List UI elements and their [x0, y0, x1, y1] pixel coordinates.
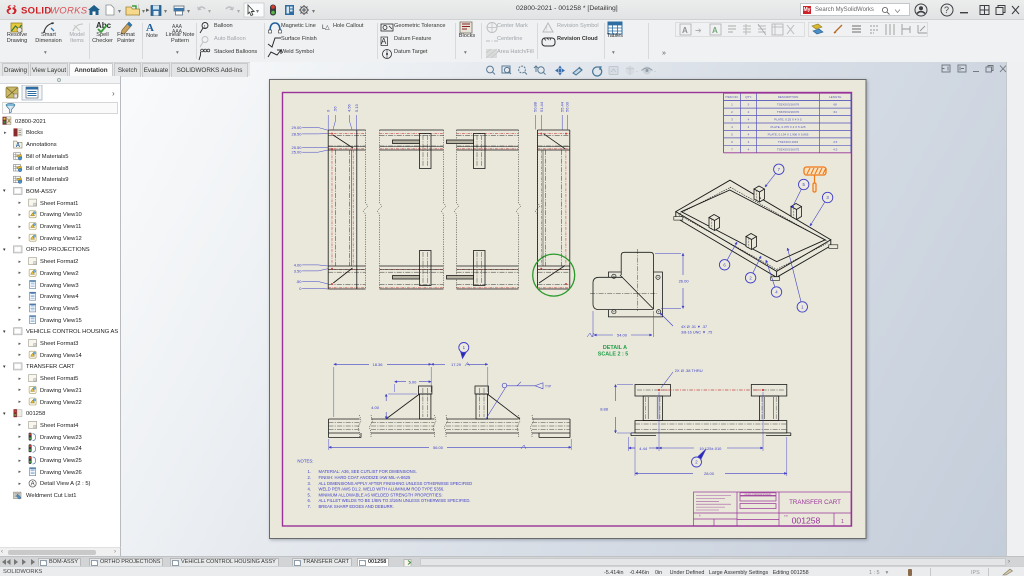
- svg-text:▾: ▾: [237, 9, 240, 15]
- svg-text:SOLID: SOLID: [21, 6, 52, 17]
- svg-text:WELD PER AWS D1.2. WELD WITH: WELD PER AWS D1.2. WELD WITH ALUMINUM RO…: [319, 487, 445, 492]
- svg-text:64: 64: [834, 110, 838, 114]
- svg-text:DESCRIPTION: DESCRIPTION: [778, 95, 799, 99]
- svg-text:▾: ▾: [118, 9, 121, 15]
- svg-text:6.: 6.: [308, 498, 312, 503]
- svg-text:TRANSFER CART: TRANSFER CART: [789, 499, 841, 506]
- svg-text:BREAK SHARP EDGES AND DEBURR.: BREAK SHARP EDGES AND DEBURR.: [319, 504, 394, 509]
- svg-text:4.44: 4.44: [639, 446, 648, 451]
- svg-text:1: 1: [204, 23, 207, 28]
- svg-text:3.: 3.: [308, 481, 312, 486]
- svg-text:PLATE, 0.375 X 4 X 5.125: PLATE, 0.375 X 4 X 5.125: [771, 125, 806, 129]
- svg-text:54.00: 54.00: [617, 333, 628, 338]
- svg-text:8.88: 8.88: [600, 407, 609, 412]
- svg-text:50.88: 50.88: [533, 101, 538, 112]
- svg-text:LENGTH: LENGTH: [829, 95, 841, 99]
- svg-text:△: △: [325, 25, 330, 31]
- svg-text:1.: 1.: [308, 469, 312, 474]
- svg-text:▾: ▾: [312, 9, 315, 15]
- svg-text:▾: ▾: [208, 9, 211, 15]
- svg-text:A: A: [16, 143, 21, 149]
- svg-text:TS3X3X3.1915: TS3X3X3.1915: [778, 140, 799, 144]
- svg-text:26.00: 26.00: [679, 279, 690, 284]
- svg-text:ALL FILLET WELDS TO BE 1/8IN T: ALL FILLET WELDS TO BE 1/8IN TO 3/16IN U…: [319, 498, 471, 503]
- svg-text:.56: .56: [333, 106, 338, 112]
- svg-text:7.: 7.: [308, 504, 312, 509]
- svg-text:001258: 001258: [792, 515, 821, 525]
- svg-text:56.00: 56.00: [433, 445, 444, 450]
- svg-text:51.44: 51.44: [539, 101, 544, 112]
- svg-text:1: 1: [841, 519, 844, 525]
- svg-text:DETAIL A: DETAIL A: [603, 345, 627, 351]
- svg-text:68: 68: [834, 103, 838, 107]
- svg-text:3/8-16 UNC ▼ .75: 3/8-16 UNC ▼ .75: [681, 331, 712, 335]
- svg-text:4.5: 4.5: [833, 147, 838, 151]
- svg-text:2X Ø .38 THRU: 2X Ø .38 THRU: [675, 368, 703, 373]
- svg-text:25.00: 25.00: [291, 150, 302, 155]
- svg-text:ITEM NO.: ITEM NO.: [725, 95, 738, 99]
- svg-text:▾: ▾: [164, 9, 167, 15]
- svg-text:18.36: 18.36: [372, 362, 383, 367]
- svg-text:PLATE, 0.25 X 4 X 5: PLATE, 0.25 X 4 X 5: [774, 118, 802, 122]
- svg-text:-: -: [654, 69, 656, 75]
- svg-text:5.: 5.: [308, 492, 312, 497]
- svg-text:FINISH: HARD COAT ANODIZE IAW: FINISH: HARD COAT ANODIZE IAW MIL-A-8625: [319, 475, 412, 480]
- svg-text:4.56: 4.56: [347, 103, 352, 112]
- svg-text:TS5X5X3/16X76: TS5X5X3/16X76: [777, 103, 800, 107]
- svg-text:MINIMUM ALLOWABLE AS WELDED ST: MINIMUM ALLOWABLE AS WELDED STRENGTH PRO…: [319, 492, 443, 497]
- svg-text:?: ?: [944, 5, 949, 15]
- svg-text:▾: ▾: [187, 9, 190, 15]
- svg-text:56.00: 56.00: [565, 101, 570, 112]
- svg-text:4X Ø .31 ▼ .37: 4X Ø .31 ▼ .37: [681, 325, 707, 329]
- svg-text:5.13: 5.13: [354, 103, 359, 112]
- svg-text:UNLESS OTHERWISE SPECIFIED: UNLESS OTHERWISE SPECIFIED: [745, 494, 773, 496]
- svg-text:TS5X5X3/16X75: TS5X5X3/16X75: [777, 147, 800, 151]
- svg-text:MATERIAL: A36, SEE CUTLIST F: MATERIAL: A36, SEE CUTLIST FOR DIMENSION…: [319, 469, 417, 474]
- svg-text:TYP: TYP: [545, 385, 551, 389]
- svg-text:▾: ▾: [256, 9, 259, 15]
- svg-text:WORKS: WORKS: [50, 6, 88, 17]
- svg-text:4.: 4.: [308, 487, 312, 492]
- svg-text:3.50: 3.50: [294, 268, 303, 273]
- svg-text:▾: ▾: [142, 9, 145, 15]
- svg-text:SCALE 2 : 5: SCALE 2 : 5: [598, 352, 629, 358]
- svg-text:QTY.: QTY.: [745, 95, 752, 99]
- svg-text:5.00: 5.00: [409, 379, 418, 384]
- svg-text:4.00: 4.00: [371, 405, 380, 410]
- svg-text:»: »: [662, 50, 666, 57]
- svg-text:-: -: [636, 69, 638, 75]
- svg-text:NOTES:: NOTES:: [297, 459, 313, 464]
- svg-text:4.00: 4.00: [294, 262, 303, 267]
- svg-text:28.50: 28.50: [291, 131, 302, 136]
- svg-text:TS5X5X3/16X70: TS5X5X3/16X70: [777, 110, 800, 114]
- svg-text:29.00: 29.00: [291, 125, 302, 130]
- svg-text:4.5: 4.5: [833, 140, 838, 144]
- svg-text:17.29: 17.29: [451, 362, 462, 367]
- svg-text:ALL DIMENSIONS APPLY AFTER FIN: ALL DIMENSIONS APPLY AFTER FINISHING UNL…: [319, 481, 473, 486]
- svg-text:PLATE, 0.134 X 1.906 X 5.865: PLATE, 0.134 X 1.906 X 5.865: [768, 133, 809, 137]
- svg-text:A: A: [31, 482, 35, 488]
- svg-text:19.125±.010: 19.125±.010: [699, 446, 722, 451]
- svg-text:28.00: 28.00: [704, 471, 715, 476]
- svg-text:2.: 2.: [308, 475, 312, 480]
- svg-text:A: A: [381, 37, 387, 46]
- svg-text:.50: .50: [296, 279, 302, 284]
